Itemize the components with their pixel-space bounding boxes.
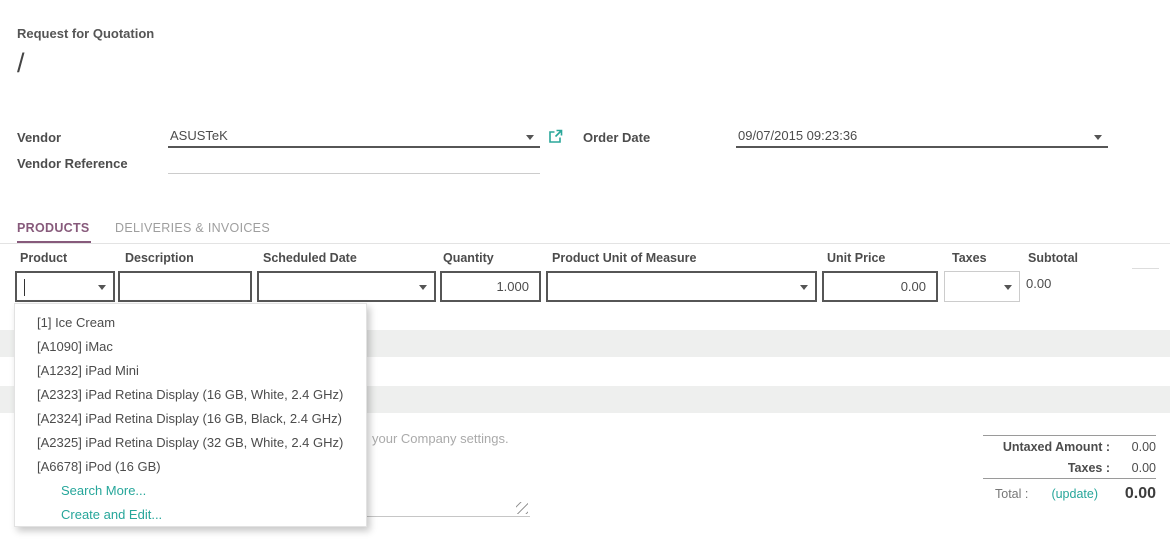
scheduled-date-cell[interactable]: [257, 271, 436, 302]
chevron-down-icon[interactable]: [98, 285, 106, 290]
vendor-label: Vendor: [17, 130, 61, 145]
col-header-product: Product: [20, 251, 67, 265]
chevron-down-icon[interactable]: [1004, 285, 1012, 290]
totals-panel: Untaxed Amount : 0.00 Taxes : 0.00 Total…: [983, 435, 1156, 506]
dropdown-option[interactable]: [1] Ice Cream: [15, 311, 366, 335]
col-header-unit-price: Unit Price: [827, 251, 885, 265]
external-link-icon[interactable]: [548, 129, 563, 144]
total-row: Total : (update) 0.00: [983, 479, 1156, 506]
document-name: /: [17, 48, 25, 79]
document-type-label: Request for Quotation: [17, 26, 154, 41]
tabs-bottom-border: [0, 243, 1170, 244]
col-header-scheduled-date: Scheduled Date: [263, 251, 357, 265]
dropdown-option[interactable]: [A2323] iPad Retina Display (16 GB, Whit…: [15, 383, 366, 407]
chevron-down-icon[interactable]: [800, 285, 808, 290]
untaxed-amount-value: 0.00: [1110, 440, 1156, 454]
total-value: 0.00: [1106, 485, 1156, 503]
text-cursor: [24, 279, 25, 296]
order-date-value[interactable]: 09/07/2015 09:23:36: [738, 128, 857, 143]
create-and-edit-option[interactable]: Create and Edit...: [15, 503, 366, 527]
dropdown-option[interactable]: [A2324] iPad Retina Display (16 GB, Blac…: [15, 407, 366, 431]
subtotal-value: 0.00: [1026, 276, 1051, 291]
vendor-reference-label: Vendor Reference: [17, 156, 128, 171]
unit-price-input[interactable]: [824, 273, 936, 300]
tab-deliveries-invoices[interactable]: DELIVERIES & INVOICES: [115, 221, 270, 235]
dropdown-option[interactable]: [A2325] iPad Retina Display (32 GB, Whit…: [15, 431, 366, 455]
uom-cell[interactable]: [546, 271, 817, 302]
terms-hint-text: your Company settings.: [372, 431, 509, 446]
vendor-field[interactable]: ASUSTeK: [168, 126, 540, 148]
order-date-label: Order Date: [583, 130, 650, 145]
untaxed-amount-label: Untaxed Amount :: [1003, 440, 1110, 454]
uom-input[interactable]: [548, 273, 815, 300]
search-more-option[interactable]: Search More...: [15, 479, 366, 503]
order-date-field[interactable]: 09/07/2015 09:23:36: [736, 126, 1108, 148]
chevron-down-icon[interactable]: [1094, 135, 1102, 140]
resize-handle-icon[interactable]: [516, 502, 528, 514]
taxes-value: 0.00: [1110, 461, 1156, 475]
extra-column-border: [1132, 268, 1159, 269]
untaxed-amount-row: Untaxed Amount : 0.00: [983, 436, 1156, 457]
col-header-taxes: Taxes: [952, 251, 987, 265]
scheduled-date-input[interactable]: [259, 273, 434, 300]
update-link[interactable]: (update): [1051, 487, 1098, 501]
dropdown-option[interactable]: [A1090] iMac: [15, 335, 366, 359]
dropdown-option[interactable]: [A6678] iPod (16 GB): [15, 455, 366, 479]
col-header-quantity: Quantity: [443, 251, 494, 265]
unit-price-cell[interactable]: [822, 271, 938, 302]
tab-products[interactable]: PRODUCTS: [17, 221, 90, 235]
rfq-form: Request for Quotation / Vendor ASUSTeK O…: [0, 0, 1170, 551]
chevron-down-icon[interactable]: [526, 135, 534, 140]
vendor-reference-field[interactable]: [168, 152, 540, 174]
product-cell[interactable]: [15, 271, 115, 302]
taxes-label: Taxes :: [1068, 461, 1110, 475]
taxes-row: Taxes : 0.00: [983, 457, 1156, 478]
quantity-input[interactable]: [442, 273, 539, 300]
quantity-cell[interactable]: [440, 271, 541, 302]
description-cell[interactable]: [118, 271, 252, 302]
taxes-cell[interactable]: [944, 271, 1020, 302]
col-header-uom: Product Unit of Measure: [552, 251, 696, 265]
chevron-down-icon[interactable]: [419, 285, 427, 290]
col-header-subtotal: Subtotal: [1028, 251, 1078, 265]
dropdown-option[interactable]: [A1232] iPad Mini: [15, 359, 366, 383]
description-input[interactable]: [120, 273, 250, 300]
vendor-value[interactable]: ASUSTeK: [170, 128, 228, 143]
col-header-description: Description: [125, 251, 194, 265]
total-label: Total :: [995, 487, 1028, 501]
product-autocomplete-dropdown: [1] Ice Cream [A1090] iMac [A1232] iPad …: [14, 303, 367, 527]
